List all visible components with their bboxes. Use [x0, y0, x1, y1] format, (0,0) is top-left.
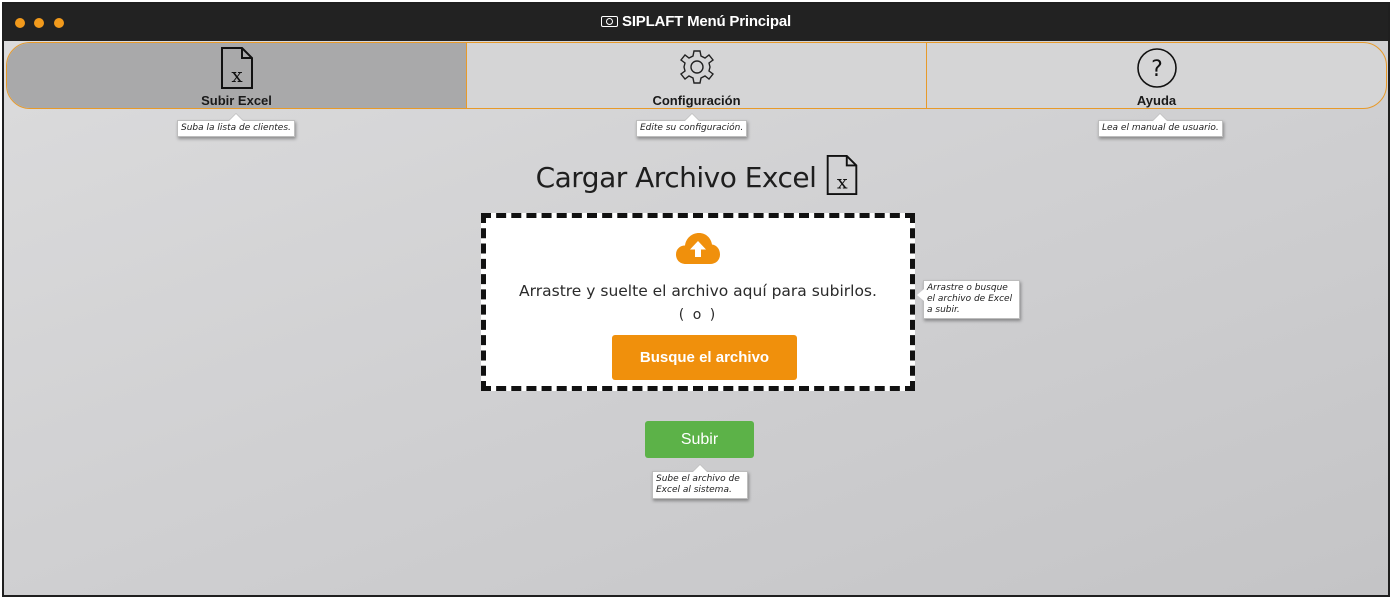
gear-icon [679, 50, 714, 84]
nav-item-ayuda[interactable]: ? Ayuda [927, 43, 1386, 108]
browse-file-button[interactable]: Busque el archivo [612, 335, 797, 380]
dropzone-or: ( o ) [678, 307, 718, 323]
cloud-upload-icon [676, 233, 720, 264]
tooltip-configuracion: Edite su configuración. [636, 120, 748, 137]
tooltip-dropzone: Arrastre o busque el archivo de Excel a … [917, 280, 1020, 319]
dropzone-text: Arrastre y suelte el archivo aquí para s… [519, 282, 877, 300]
svg-text:x: x [231, 63, 243, 87]
money-icon [601, 16, 619, 27]
tooltip-subir-excel: Suba la lista de clientes. [177, 120, 295, 137]
nav-label-configuracion: Configuración [652, 93, 741, 108]
nav-label-ayuda: Ayuda [1136, 93, 1177, 108]
file-dropzone[interactable]: Arrastre y suelte el archivo aquí para s… [481, 213, 915, 391]
nav-item-subir-excel[interactable]: x Subir Excel [7, 43, 467, 108]
tooltip-submit: Sube el archivo de Excel al sistema. [652, 471, 748, 499]
nav-label-subir-excel: Subir Excel [201, 93, 272, 108]
excel-file-icon: x [827, 154, 858, 196]
svg-text:x: x [837, 170, 848, 193]
excel-file-icon: x [220, 47, 253, 89]
window-title: SIPLAFT Menú Principal [622, 13, 791, 30]
title-bar: SIPLAFT Menú Principal [4, 4, 1388, 41]
help-icon: ? [1136, 48, 1177, 88]
page-title: Cargar Archivo Excel [535, 161, 817, 194]
main-nav: x Subir Excel Configuración ? Ayuda [6, 42, 1387, 109]
page-heading: Cargar Archivo Excel x [4, 154, 1388, 196]
nav-item-configuracion[interactable]: Configuración [467, 43, 927, 108]
svg-text:?: ? [1151, 57, 1163, 82]
app-window: SIPLAFT Menú Principal x Subir Excel Con… [2, 2, 1390, 597]
window-title-container: SIPLAFT Menú Principal [4, 13, 1388, 30]
submit-button[interactable]: Subir [645, 421, 754, 458]
tooltip-ayuda: Lea el manual de usuario. [1098, 120, 1223, 137]
